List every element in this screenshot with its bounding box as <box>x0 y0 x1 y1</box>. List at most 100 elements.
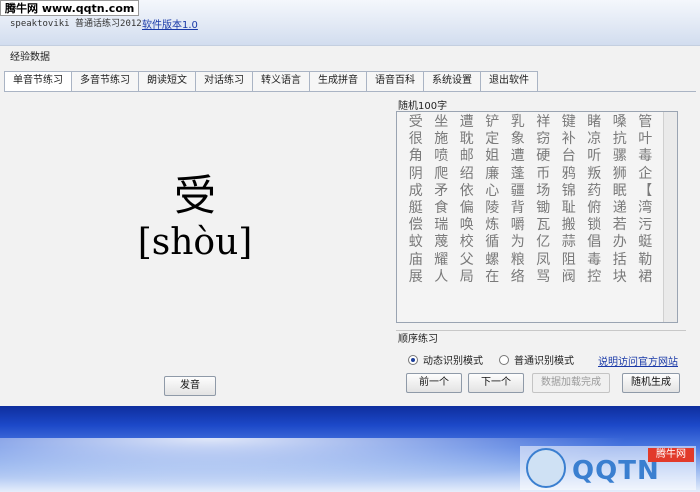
random-char[interactable]: 疆 <box>505 183 531 200</box>
random-char[interactable]: 展 <box>403 269 429 286</box>
data-loaded-button[interactable]: 数据加载完成 <box>532 373 610 393</box>
random-char[interactable]: 窃 <box>531 131 557 148</box>
random-char[interactable]: 管 <box>633 114 659 131</box>
random-char[interactable]: 人 <box>429 269 455 286</box>
random-char[interactable]: 施 <box>429 131 455 148</box>
random-char[interactable]: 听 <box>582 148 608 165</box>
random-char[interactable]: 定 <box>480 131 506 148</box>
random-char[interactable]: 俯 <box>582 200 608 217</box>
random-char[interactable]: 污 <box>633 217 659 234</box>
random-char[interactable]: 为 <box>505 234 531 251</box>
random-char[interactable]: 偏 <box>454 200 480 217</box>
random-char[interactable]: 爬 <box>429 166 455 183</box>
mode-dynamic-option[interactable]: 动态识别模式 <box>408 352 483 367</box>
random-char[interactable]: 裙 <box>633 269 659 286</box>
random-char[interactable]: 唤 <box>454 217 480 234</box>
random-char[interactable]: 硬 <box>531 148 557 165</box>
random-char[interactable]: 耀 <box>429 252 455 269</box>
random-char[interactable]: 毒 <box>582 252 608 269</box>
tab-multi-syllable[interactable]: 多音节练习 <box>71 71 139 91</box>
pronounce-button[interactable]: 发音 <box>164 376 216 396</box>
random-char[interactable]: 坐 <box>429 114 455 131</box>
random-char[interactable]: 瓦 <box>531 217 557 234</box>
random-char[interactable]: 邮 <box>454 148 480 165</box>
random-char[interactable]: 遭 <box>505 148 531 165</box>
random-char[interactable]: 叶 <box>633 131 659 148</box>
random-char[interactable]: 络 <box>505 269 531 286</box>
random-char[interactable]: 祥 <box>531 114 557 131</box>
version-link[interactable]: 软件版本1.0 <box>142 16 198 31</box>
random-char[interactable]: 蒜 <box>556 234 582 251</box>
prev-button[interactable]: 前一个 <box>406 373 462 393</box>
random-char[interactable]: 偿 <box>403 217 429 234</box>
random-char[interactable]: 很 <box>403 131 429 148</box>
random-char[interactable]: 若 <box>607 217 633 234</box>
random-char[interactable]: 币 <box>531 166 557 183</box>
random-char[interactable]: 依 <box>454 183 480 200</box>
random-char[interactable]: 炼 <box>480 217 506 234</box>
next-button[interactable]: 下一个 <box>468 373 524 393</box>
mode-dynamic-radio[interactable] <box>408 354 418 365</box>
random-char[interactable]: 药 <box>582 183 608 200</box>
random-char[interactable]: 键 <box>556 114 582 131</box>
tab-single-syllable[interactable]: 单音节练习 <box>4 71 72 92</box>
random-char[interactable]: 象 <box>505 131 531 148</box>
tab-translate[interactable]: 转义语言 <box>252 71 310 91</box>
mode-normal-radio[interactable] <box>499 354 509 365</box>
random-char[interactable]: 乳 <box>505 114 531 131</box>
random-char[interactable]: 锄 <box>531 200 557 217</box>
random-char[interactable]: 心 <box>480 183 506 200</box>
random-char[interactable]: 办 <box>607 234 633 251</box>
random-char[interactable]: 粮 <box>505 252 531 269</box>
random-char[interactable]: 蓬 <box>505 166 531 183</box>
random-char[interactable]: 阴 <box>403 166 429 183</box>
random-char[interactable]: 瑞 <box>429 217 455 234</box>
random-char[interactable]: 睹 <box>582 114 608 131</box>
random-char[interactable]: 凤 <box>531 252 557 269</box>
random-char[interactable]: 绍 <box>454 166 480 183</box>
random-char[interactable]: 锁 <box>582 217 608 234</box>
random-char[interactable]: 阀 <box>556 269 582 286</box>
random-char[interactable]: 耻 <box>556 200 582 217</box>
random-char[interactable]: 校 <box>454 234 480 251</box>
random-char[interactable]: 局 <box>454 269 480 286</box>
random-char[interactable]: 骡 <box>607 148 633 165</box>
random-char[interactable]: 眠 <box>607 183 633 200</box>
random-char[interactable]: 受 <box>403 114 429 131</box>
random-char[interactable]: 嚼 <box>505 217 531 234</box>
random-char[interactable]: 锦 <box>556 183 582 200</box>
random-char[interactable]: 陵 <box>480 200 506 217</box>
random-char[interactable]: 亿 <box>531 234 557 251</box>
random-char[interactable]: 控 <box>582 269 608 286</box>
random-char[interactable]: 角 <box>403 148 429 165</box>
random-char[interactable]: 叛 <box>582 166 608 183</box>
tab-generate-pinyin[interactable]: 生成拼音 <box>309 71 367 91</box>
random-char[interactable]: 阻 <box>556 252 582 269</box>
random-char[interactable]: 在 <box>480 269 506 286</box>
random-char[interactable]: 蔑 <box>429 234 455 251</box>
random-char[interactable]: 嗓 <box>607 114 633 131</box>
tab-dialogue[interactable]: 对话练习 <box>195 71 253 91</box>
random-char[interactable]: 背 <box>505 200 531 217</box>
random-char[interactable]: 父 <box>454 252 480 269</box>
random-chars-scrollbar[interactable] <box>663 112 677 322</box>
random-char[interactable]: 凉 <box>582 131 608 148</box>
random-generate-button[interactable]: 随机生成 <box>622 373 680 393</box>
random-char[interactable]: 倡 <box>582 234 608 251</box>
tab-settings[interactable]: 系统设置 <box>423 71 481 91</box>
random-char[interactable]: 铲 <box>480 114 506 131</box>
random-char[interactable]: 廉 <box>480 166 506 183</box>
random-char[interactable]: 狮 <box>607 166 633 183</box>
random-char[interactable]: 抗 <box>607 131 633 148</box>
random-char[interactable]: 企 <box>633 166 659 183</box>
random-char[interactable]: 勒 <box>633 252 659 269</box>
random-char[interactable]: 遭 <box>454 114 480 131</box>
random-char[interactable]: 庙 <box>403 252 429 269</box>
random-char[interactable]: 骂 <box>531 269 557 286</box>
random-char[interactable]: 【 <box>633 183 659 200</box>
random-char[interactable]: 搬 <box>556 217 582 234</box>
random-char[interactable]: 鸦 <box>556 166 582 183</box>
random-char[interactable]: 补 <box>556 131 582 148</box>
random-char[interactable]: 矛 <box>429 183 455 200</box>
tab-encyclopedia[interactable]: 语音百科 <box>366 71 424 91</box>
